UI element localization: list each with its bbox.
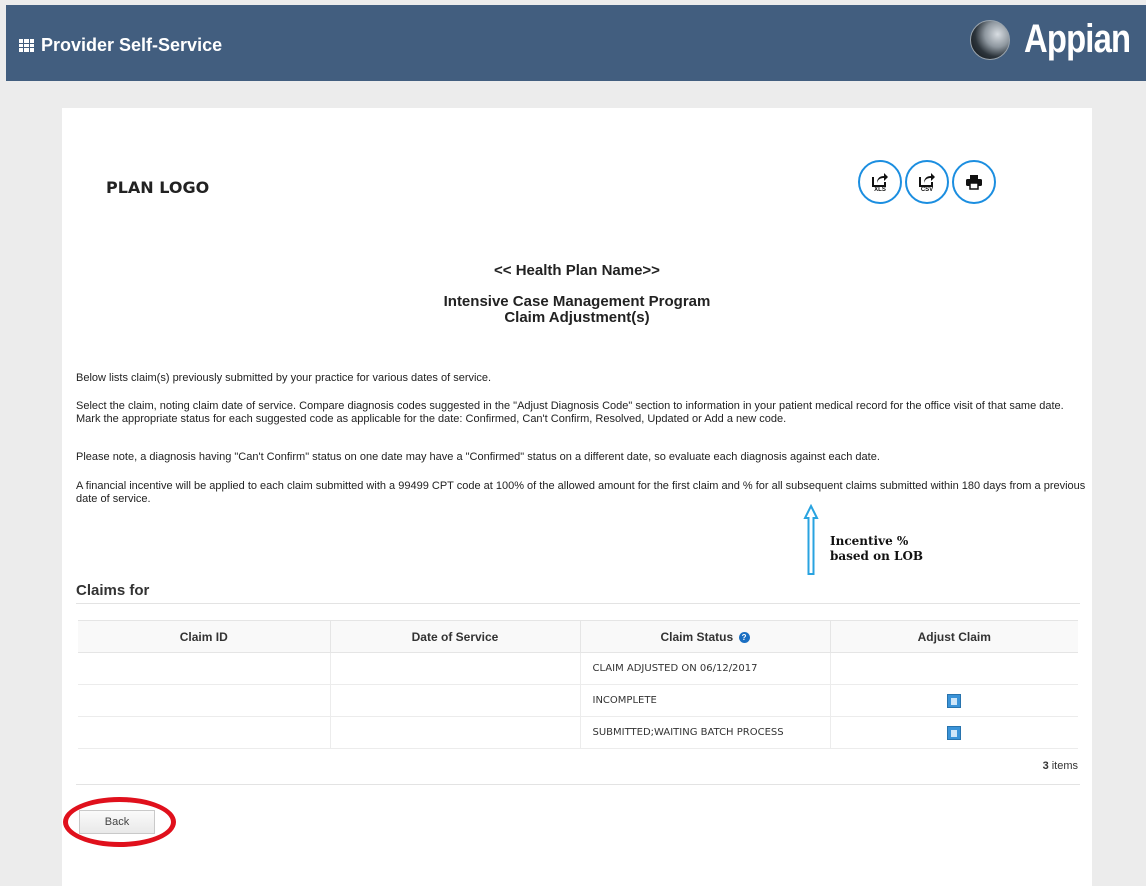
claim-id-cell xyxy=(78,716,331,749)
date-of-service-cell xyxy=(330,652,581,685)
column-header-adjust-claim[interactable]: Adjust Claim xyxy=(830,620,1078,653)
export-icon xyxy=(872,172,888,187)
appian-logo: Appian xyxy=(970,17,1146,62)
up-arrow-icon xyxy=(803,504,819,575)
adjust-claim-cell xyxy=(830,652,1078,685)
claim-id-cell xyxy=(78,684,331,717)
items-count-label: items xyxy=(1051,760,1078,772)
claim-id-cell xyxy=(78,652,331,685)
instructions-paragraph: Select the claim, noting claim date of s… xyxy=(76,400,1064,425)
print-button[interactable] xyxy=(952,160,996,204)
claims-table: Claim ID Date of Service Claim Status ? … xyxy=(78,620,1078,749)
program-title-line2: Claim Adjustment(s) xyxy=(504,309,650,326)
items-count-number: 3 xyxy=(1042,760,1049,772)
health-plan-name: << Health Plan Name>> xyxy=(494,262,660,279)
app-title[interactable]: Provider Self-Service xyxy=(19,35,222,56)
help-icon[interactable]: ? xyxy=(738,631,750,643)
claim-status-label: Claim Status xyxy=(660,629,734,644)
column-header-claim-status[interactable]: Claim Status ? xyxy=(580,620,831,653)
highlight-circle xyxy=(63,797,176,847)
intro-paragraph: Below lists claim(s) previously submitte… xyxy=(76,372,492,384)
items-count: 3 items xyxy=(78,760,1078,772)
app-header: Provider Self-Service Appian xyxy=(6,5,1146,81)
claim-status-cell: CLAIM ADJUSTED ON 06/12/2017 xyxy=(580,652,831,685)
main-card: PLAN LOGO XLS CSV << Health Plan Name>> xyxy=(62,108,1092,886)
annotation-line2: based on LOB xyxy=(830,549,924,563)
adjust-claim-cell xyxy=(830,684,1078,717)
incentive-annotation: Incentive % based on LOB xyxy=(830,534,923,564)
table-row: INCOMPLETE xyxy=(78,684,1078,717)
column-header-claim-id[interactable]: Claim ID xyxy=(78,620,331,653)
adjust-claim-icon[interactable] xyxy=(947,693,962,708)
export-toolbar: XLS CSV xyxy=(858,160,996,204)
adjust-claim-icon[interactable] xyxy=(947,725,962,740)
plan-logo: PLAN LOGO xyxy=(106,178,210,197)
program-title: Intensive Case Management Program Claim … xyxy=(62,294,1092,326)
incentive-paragraph: A financial incentive will be applied to… xyxy=(76,480,1086,505)
adjust-claim-cell xyxy=(830,716,1078,749)
print-icon xyxy=(966,175,982,190)
date-of-service-cell xyxy=(330,684,581,717)
export-icon xyxy=(919,172,935,187)
appian-wordmark: Appian xyxy=(1024,17,1131,61)
annotation-line1: Incentive % xyxy=(830,534,909,548)
program-title-line1: Intensive Case Management Program xyxy=(443,293,711,310)
footer-divider xyxy=(76,784,1080,785)
claim-status-cell: SUBMITTED;WAITING BATCH PROCESS xyxy=(580,716,831,749)
xls-label: XLS xyxy=(874,186,886,193)
user-avatar[interactable] xyxy=(970,19,1011,60)
export-xls-button[interactable]: XLS xyxy=(858,160,902,204)
app-grid-icon xyxy=(19,39,34,52)
app-title-label: Provider Self-Service xyxy=(41,35,223,55)
table-row: SUBMITTED;WAITING BATCH PROCESS xyxy=(78,716,1078,749)
note-paragraph: Please note, a diagnosis having "Can't C… xyxy=(76,451,880,463)
export-csv-button[interactable]: CSV xyxy=(905,160,949,204)
claim-status-cell: INCOMPLETE xyxy=(580,684,831,717)
claims-divider xyxy=(76,603,1080,604)
csv-label: CSV xyxy=(920,186,934,193)
claims-heading: Claims for xyxy=(76,582,150,599)
column-header-date-of-service[interactable]: Date of Service xyxy=(330,620,581,653)
date-of-service-cell xyxy=(330,716,581,749)
table-row: CLAIM ADJUSTED ON 06/12/2017 xyxy=(78,652,1078,685)
